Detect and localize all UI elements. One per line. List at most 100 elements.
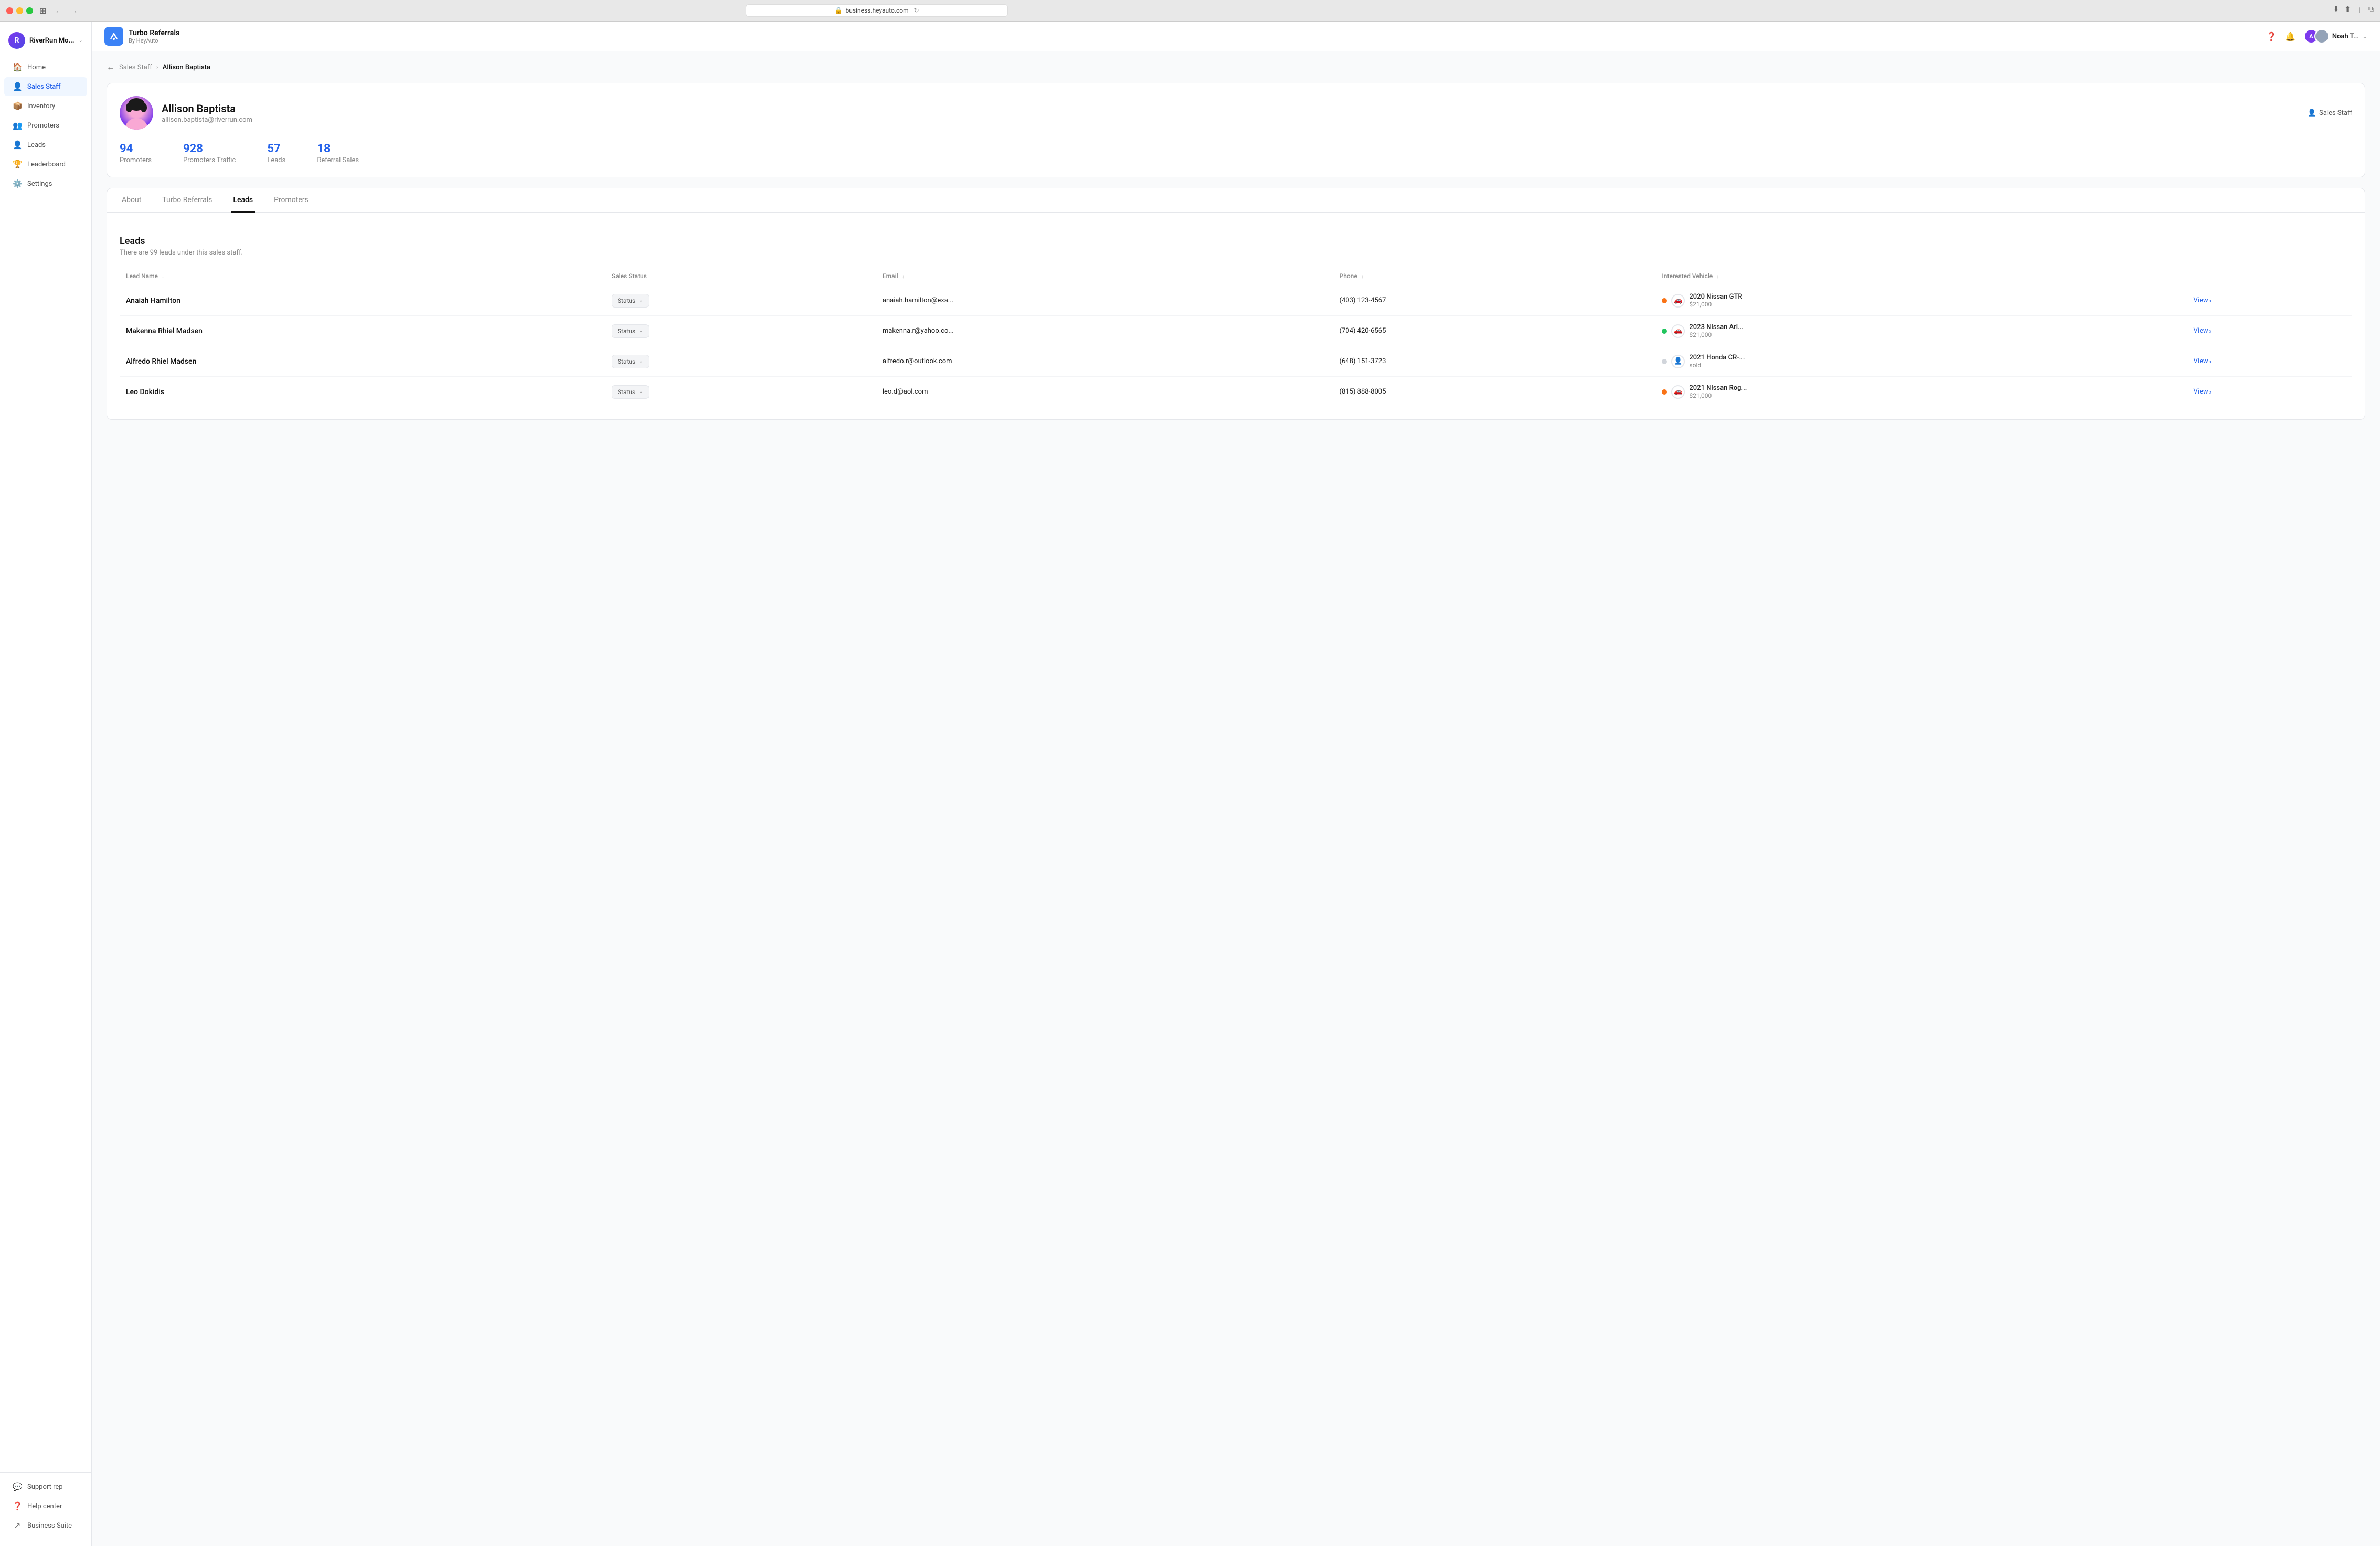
col-phone[interactable]: Phone ↓	[1333, 267, 1656, 285]
stat-label: Promoters	[120, 156, 152, 164]
minimize-button[interactable]	[16, 7, 23, 14]
address-bar[interactable]: 🔒 business.heyauto.com ↻	[746, 4, 1008, 17]
col-sales-status[interactable]: Sales Status	[605, 267, 876, 285]
col-interested-vehicle[interactable]: Interested Vehicle ↓	[1655, 267, 2187, 285]
table-row: Makenna Rhiel Madsen Status ⌄ makenna.r@…	[120, 316, 2352, 346]
status-badge[interactable]: Status ⌄	[612, 385, 649, 399]
tab-turbo-referrals[interactable]: Turbo Referrals	[160, 188, 214, 213]
view-link[interactable]: View ›	[2194, 327, 2346, 335]
table-row: Anaiah Hamilton Status ⌄ anaiah.hamilton…	[120, 285, 2352, 316]
app-info: Turbo Referrals By HeyAuto	[129, 29, 179, 44]
sidebar-item-inventory[interactable]: 📦 Inventory	[4, 97, 87, 115]
sidebar-item-home[interactable]: 🏠 Home	[4, 58, 87, 77]
user-profile[interactable]: A Noah T... ⌄	[2304, 29, 2367, 44]
col-email[interactable]: Email ↓	[876, 267, 1333, 285]
breadcrumb: ← Sales Staff › Allison Baptista	[107, 62, 2365, 72]
status-badge[interactable]: Status ⌄	[612, 355, 649, 368]
sidebar-item-help-center[interactable]: ❓ Help center	[4, 1497, 87, 1516]
col-lead-name[interactable]: Lead Name ↓	[120, 267, 605, 285]
close-button[interactable]	[6, 7, 13, 14]
app-logo-icon	[104, 27, 123, 46]
app-logo: Turbo Referrals By HeyAuto	[104, 27, 179, 46]
sidebar-item-business-suite[interactable]: ↗ Business Suite	[4, 1516, 87, 1535]
role-icon: 👤	[2308, 109, 2316, 117]
tab-about[interactable]: About	[120, 188, 143, 213]
view-link[interactable]: View ›	[2194, 297, 2346, 304]
tab-bar: About Turbo Referrals Leads Promoters	[107, 188, 2365, 213]
sort-icon: ↓	[1361, 274, 1364, 280]
vehicle-info: 2021 Honda CR-... sold	[1689, 354, 1745, 369]
sidebar-item-label: Sales Staff	[27, 83, 60, 91]
company-avatar: R	[8, 32, 25, 49]
vehicle-name: 2021 Honda CR-...	[1689, 354, 1745, 362]
status-chevron-icon: ⌄	[639, 298, 643, 303]
bell-icon[interactable]: 🔔	[2285, 31, 2296, 41]
sales-staff-icon: 👤	[13, 82, 22, 91]
sidebar-item-support-rep[interactable]: 💬 Support rep	[4, 1477, 87, 1496]
main-nav: 🏠 Home 👤 Sales Staff 📦 Inventory 👥 Promo…	[0, 57, 91, 1472]
sidebar-item-label: Inventory	[27, 102, 55, 110]
tab-promoters[interactable]: Promoters	[272, 188, 311, 213]
status-cell: Status ⌄	[605, 377, 876, 407]
stat-value: 94	[120, 142, 152, 155]
vehicle-cell: 👤 2021 Honda CR-... sold	[1655, 346, 2187, 377]
breadcrumb-separator: ›	[156, 63, 158, 71]
breadcrumb-parent[interactable]: Sales Staff	[119, 63, 152, 71]
business-suite-icon: ↗	[13, 1521, 22, 1530]
sidebar-toggle-icon[interactable]: ⊞	[39, 6, 46, 16]
forward-icon[interactable]: →	[68, 5, 80, 16]
lead-name: Leo Dokidis	[126, 388, 164, 396]
avatar-2	[2314, 29, 2329, 44]
vehicle-cell: 🚗 2023 Nissan Ari... $21,000	[1655, 316, 2187, 346]
sidebar-item-label: Support rep	[27, 1483, 63, 1491]
sidebar-item-sales-staff[interactable]: 👤 Sales Staff	[4, 77, 87, 96]
sidebar-item-label: Settings	[27, 180, 52, 188]
reload-icon[interactable]: ↻	[914, 7, 919, 14]
vehicle-price: $21,000	[1689, 331, 1744, 338]
phone-cell: (815) 888-8005	[1333, 377, 1656, 407]
browser-nav-controls: ← →	[52, 5, 80, 16]
status-badge[interactable]: Status ⌄	[612, 294, 649, 308]
help-icon[interactable]: ❓	[2266, 31, 2277, 41]
app-layout: R RiverRun Mo... ⌄ 🏠 Home 👤 Sales Staff …	[0, 22, 2380, 1546]
leads-table: Lead Name ↓ Sales Status Email ↓	[120, 267, 2352, 407]
vehicle-icon: 🚗	[1671, 385, 1685, 399]
sidebar-item-leaderboard[interactable]: 🏆 Leaderboard	[4, 155, 87, 174]
download-icon[interactable]: ⬇	[2333, 5, 2340, 16]
promoters-icon: 👥	[13, 121, 22, 130]
company-switcher[interactable]: R RiverRun Mo... ⌄	[0, 28, 91, 57]
browser-actions: ⬇ ⬆ ＋ ⧉	[2333, 5, 2374, 16]
sidebar-item-settings[interactable]: ⚙️ Settings	[4, 174, 87, 193]
profile-info: Allison Baptista allison.baptista@riverr…	[162, 102, 252, 124]
email-cell: makenna.r@yahoo.co...	[876, 316, 1333, 346]
view-arrow-icon: ›	[2209, 327, 2212, 335]
view-link[interactable]: View ›	[2194, 357, 2346, 365]
user-name: Noah T...	[2332, 33, 2359, 40]
vehicle-icon: 👤	[1671, 355, 1685, 368]
content-area: ← Sales Staff › Allison Baptista	[92, 51, 2380, 430]
new-tab-icon[interactable]: ＋	[2356, 5, 2363, 16]
col-actions	[2187, 267, 2353, 285]
tabs-icon[interactable]: ⧉	[2368, 5, 2374, 16]
stat-label: Referral Sales	[317, 156, 359, 164]
back-button[interactable]: ←	[107, 62, 115, 72]
vehicle-name: 2023 Nissan Ari...	[1689, 323, 1744, 331]
avatar-image	[120, 96, 153, 130]
share-icon[interactable]: ⬆	[2344, 5, 2351, 16]
help-center-icon: ❓	[13, 1501, 22, 1511]
phone-cell: (704) 420-6565	[1333, 316, 1656, 346]
sidebar-item-promoters[interactable]: 👥 Promoters	[4, 116, 87, 135]
view-link[interactable]: View ›	[2194, 388, 2346, 396]
view-cell: View ›	[2187, 316, 2353, 346]
status-badge[interactable]: Status ⌄	[612, 324, 649, 338]
tab-leads[interactable]: Leads	[231, 188, 255, 213]
view-arrow-icon: ›	[2209, 358, 2212, 365]
sidebar-item-leads[interactable]: 👤 Leads	[4, 135, 87, 154]
maximize-button[interactable]	[26, 7, 33, 14]
email-cell: leo.d@aol.com	[876, 377, 1333, 407]
sort-icon: ↓	[1716, 274, 1719, 280]
email-cell: anaiah.hamilton@exa...	[876, 285, 1333, 316]
browser-chrome: ⊞ ← → 🔒 business.heyauto.com ↻ ⬇ ⬆ ＋ ⧉	[0, 0, 2380, 22]
lead-name-cell: Anaiah Hamilton	[120, 285, 605, 316]
back-icon[interactable]: ←	[52, 5, 64, 16]
